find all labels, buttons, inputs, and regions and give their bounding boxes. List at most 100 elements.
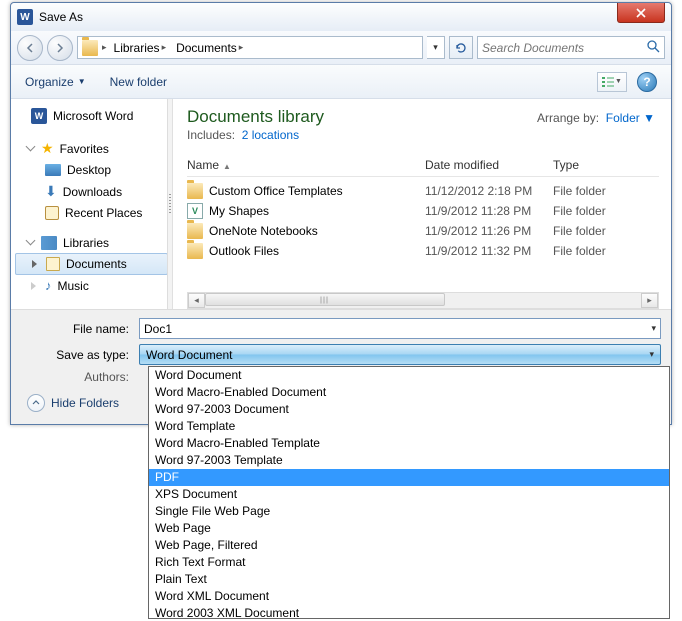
file-type: File folder (553, 204, 659, 218)
breadcrumb-documents[interactable]: Documents▸ (173, 41, 246, 55)
save-as-type-select[interactable]: Word Document▾ (139, 344, 661, 365)
nav-bar: ▸ Libraries▸ Documents▸ ▾ (11, 31, 671, 65)
type-option[interactable]: Rich Text Format (149, 554, 669, 571)
view-options-button[interactable]: ▼ (597, 72, 627, 92)
arrange-by-dropdown[interactable]: Folder ▼ (606, 111, 655, 125)
file-date: 11/12/2012 2:18 PM (425, 184, 553, 198)
sidebar-item-desktop[interactable]: Desktop (11, 160, 172, 180)
type-option[interactable]: Word Template (149, 418, 669, 435)
toolbar: Organize ▼ New folder ▼ ? (11, 65, 671, 99)
help-icon: ? (643, 75, 650, 89)
type-option[interactable]: Word Macro-Enabled Template (149, 435, 669, 452)
filename-label: File name: (21, 322, 139, 336)
type-option[interactable]: Single File Web Page (149, 503, 669, 520)
type-option[interactable]: PDF (149, 469, 669, 486)
sidebar-item-recent[interactable]: Recent Places (11, 203, 172, 223)
table-row[interactable]: OneNote Notebooks 11/9/2012 11:26 PMFile … (187, 221, 659, 241)
organize-button[interactable]: Organize ▼ (25, 75, 86, 89)
address-dropdown-button[interactable]: ▾ (427, 36, 445, 59)
arrange-by: Arrange by: Folder ▼ (537, 111, 655, 125)
column-name[interactable]: Name▲ (187, 158, 425, 172)
sort-asc-icon: ▲ (223, 162, 231, 171)
type-option[interactable]: Web Page (149, 520, 669, 537)
body-area: WMicrosoft Word ★Favorites Desktop ⬇Down… (11, 99, 671, 309)
library-subtitle: Includes: 2 locations (187, 128, 659, 142)
music-icon: ♪ (45, 278, 52, 293)
save-as-dialog: W Save As ▸ Libraries▸ Documents▸ ▾ Orga… (10, 2, 672, 425)
chevron-up-icon (27, 394, 45, 412)
breadcrumb-libraries[interactable]: Libraries▸ (111, 41, 170, 55)
type-option[interactable]: XPS Document (149, 486, 669, 503)
expand-icon (27, 145, 35, 153)
chevron-right-icon: ▸ (102, 42, 107, 53)
file-date: 11/9/2012 11:32 PM (425, 244, 553, 258)
desktop-icon (45, 164, 61, 176)
expand-icon (27, 239, 35, 247)
table-row[interactable]: VMy Shapes11/9/2012 11:28 PMFile folder (187, 201, 659, 221)
dropdown-icon: ▾ (649, 349, 654, 360)
sidebar-item-music[interactable]: ♪Music (11, 275, 172, 296)
libraries-icon (41, 236, 57, 250)
address-bar[interactable]: ▸ Libraries▸ Documents▸ (77, 36, 423, 59)
titlebar[interactable]: W Save As (11, 3, 671, 31)
file-list-pane: Documents library Includes: 2 locations … (173, 99, 671, 309)
column-date[interactable]: Date modified (425, 158, 553, 172)
scroll-right-button[interactable]: ▸ (641, 293, 658, 308)
file-date: 11/9/2012 11:26 PM (425, 224, 553, 238)
expand-icon (31, 282, 36, 290)
sidebar-item-documents[interactable]: Documents (15, 253, 168, 275)
refresh-icon (454, 41, 468, 55)
nav-forward-button[interactable] (47, 35, 73, 61)
file-name: Outlook Files (209, 244, 279, 258)
column-type[interactable]: Type (553, 158, 659, 172)
file-name: OneNote Notebooks (209, 224, 318, 238)
type-option[interactable]: Word Document (149, 367, 669, 384)
authors-label: Authors: (21, 370, 139, 384)
filename-input[interactable]: Doc1▾ (139, 318, 661, 339)
table-row[interactable]: Outlook Files 11/9/2012 11:32 PMFile fold… (187, 241, 659, 261)
sidebar-item-word[interactable]: WMicrosoft Word (11, 105, 172, 127)
sidebar: WMicrosoft Word ★Favorites Desktop ⬇Down… (11, 99, 173, 309)
save-as-type-dropdown[interactable]: Word DocumentWord Macro-Enabled Document… (148, 366, 670, 619)
scroll-left-button[interactable]: ◂ (188, 293, 205, 308)
type-option[interactable]: Word 97-2003 Document (149, 401, 669, 418)
folder-icon (187, 243, 203, 259)
window-title: Save As (39, 10, 83, 24)
scroll-thumb[interactable] (205, 293, 445, 306)
type-option[interactable]: Word Macro-Enabled Document (149, 384, 669, 401)
file-rows: Custom Office Templates11/12/2012 2:18 P… (187, 181, 659, 261)
type-option[interactable]: Word XML Document (149, 588, 669, 605)
search-box[interactable] (477, 36, 665, 59)
close-button[interactable] (617, 3, 665, 23)
type-option[interactable]: Plain Text (149, 571, 669, 588)
file-type: File folder (553, 224, 659, 238)
table-row[interactable]: Custom Office Templates11/12/2012 2:18 P… (187, 181, 659, 201)
sidebar-item-downloads[interactable]: ⬇Downloads (11, 180, 172, 203)
documents-icon (46, 257, 60, 271)
column-headers: Name▲ Date modified Type (187, 158, 659, 177)
download-icon: ⬇ (45, 183, 57, 200)
sidebar-favorites-header[interactable]: ★Favorites (11, 137, 172, 160)
nav-back-button[interactable] (17, 35, 43, 61)
horizontal-scrollbar[interactable]: ◂ ▸ (187, 292, 659, 309)
search-icon[interactable] (646, 39, 660, 56)
search-input[interactable] (482, 41, 646, 55)
filename-dropdown-icon[interactable]: ▾ (651, 323, 656, 334)
save-as-type-label: Save as type: (21, 348, 139, 362)
word-app-icon: W (17, 9, 33, 25)
includes-link[interactable]: 2 locations (242, 128, 299, 142)
scroll-track[interactable] (205, 293, 641, 308)
sidebar-splitter[interactable] (167, 99, 172, 309)
folder-icon (82, 40, 98, 56)
word-icon: W (31, 108, 47, 124)
file-type: File folder (553, 244, 659, 258)
new-folder-button[interactable]: New folder (110, 75, 167, 89)
sidebar-libraries-header[interactable]: Libraries (11, 233, 172, 253)
close-icon (636, 8, 646, 18)
type-option[interactable]: Web Page, Filtered (149, 537, 669, 554)
file-type: File folder (553, 184, 659, 198)
help-button[interactable]: ? (637, 72, 657, 92)
refresh-button[interactable] (449, 36, 473, 59)
type-option[interactable]: Word 2003 XML Document (149, 605, 669, 619)
type-option[interactable]: Word 97-2003 Template (149, 452, 669, 469)
